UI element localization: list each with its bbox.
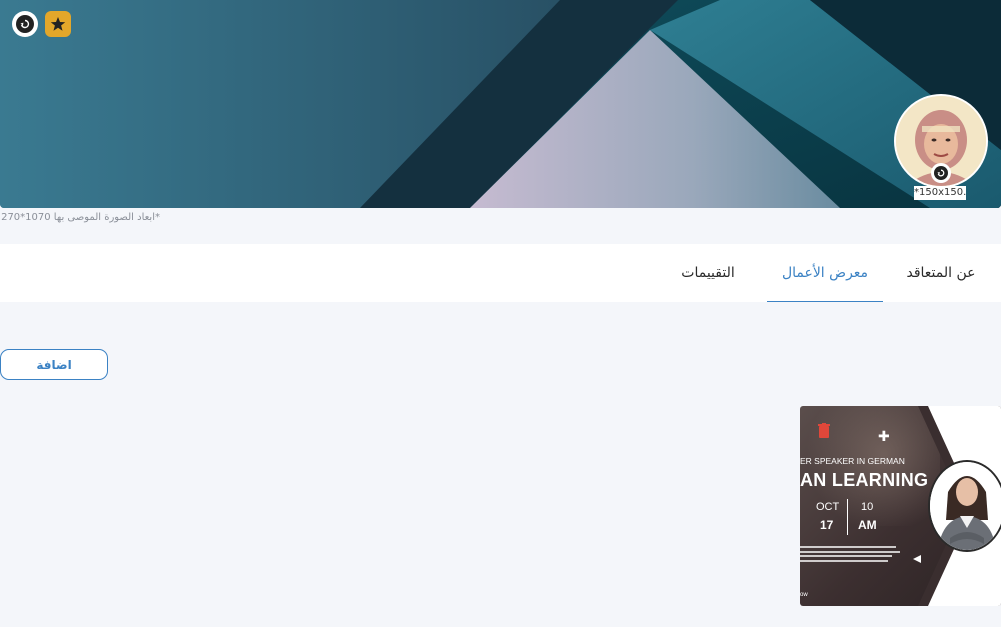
plus-icon: ✚ — [878, 429, 890, 445]
profile-avatar-wrapper — [894, 94, 988, 188]
play-icon — [912, 549, 922, 568]
card-day: 17 — [820, 518, 834, 532]
add-portfolio-button[interactable]: اضافة — [0, 349, 108, 380]
cover-image — [0, 0, 1001, 208]
delete-icon[interactable] — [818, 423, 830, 442]
card-body-text — [800, 546, 900, 564]
portfolio-item[interactable]: ✚ ER SPEAKER IN GERMAN AN LEARNING OCT 1… — [800, 406, 1001, 606]
refresh-icon — [16, 15, 34, 33]
card-subtitle: ER SPEAKER IN GERMAN — [800, 456, 905, 466]
star-icon — [50, 17, 66, 31]
favorite-button[interactable] — [45, 11, 71, 37]
avatar-change-button[interactable] — [931, 163, 951, 183]
cover-artwork — [0, 0, 1001, 208]
card-month: OCT — [816, 501, 840, 513]
tab-about[interactable]: عن المتعاقد — [890, 244, 992, 302]
card-title: AN LEARNING — [800, 470, 929, 490]
card-hour: 10 — [861, 501, 874, 513]
speaker-photo — [928, 460, 1001, 552]
tab-portfolio[interactable]: معرض الأعمال — [767, 244, 883, 302]
avatar-size-hint: *150x150. — [914, 186, 967, 200]
tab-reviews[interactable]: التقييمات — [664, 244, 752, 302]
cover-size-hint: *ابعاد الصورة الموصى بها 1070*270. — [0, 212, 160, 223]
card-ampm: AM — [858, 518, 877, 532]
refresh-icon — [934, 166, 948, 180]
card-footer: ow — [800, 592, 808, 598]
cover-change-button[interactable] — [12, 11, 38, 37]
profile-tabs: عن المتعاقد معرض الأعمال التقييمات — [0, 244, 1001, 302]
card-divider — [847, 499, 848, 535]
